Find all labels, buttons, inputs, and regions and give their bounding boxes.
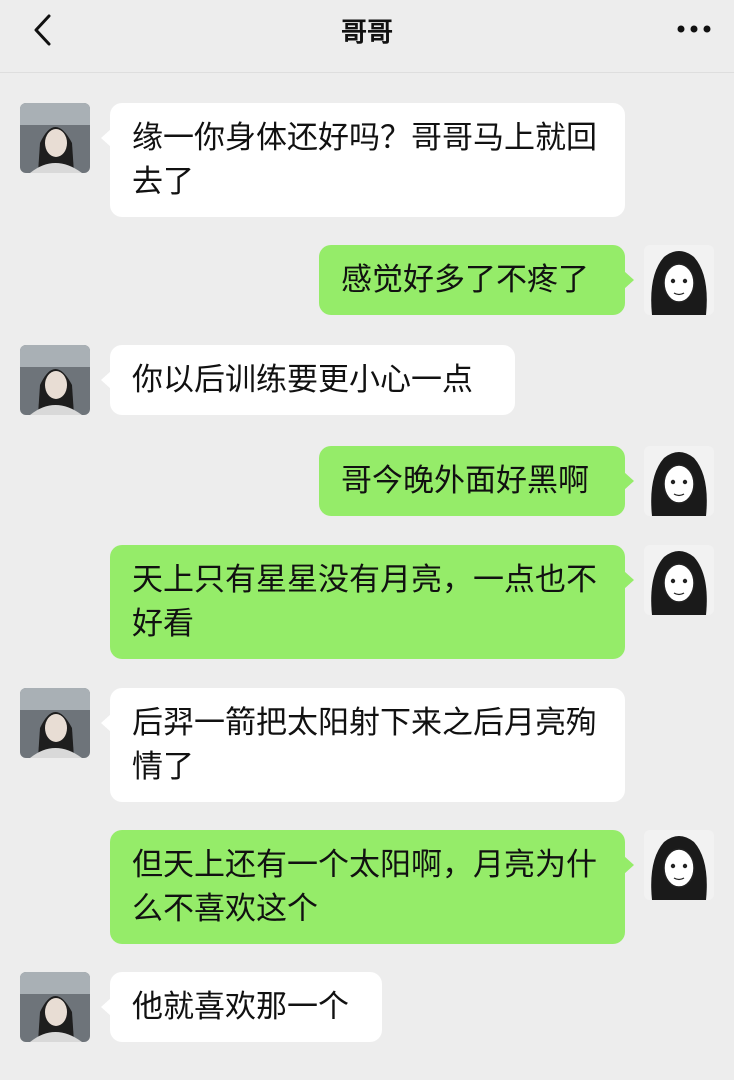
more-horizontal-icon [677,25,711,33]
message-bubble-incoming: 你以后训练要更小心一点 [101,345,515,415]
brother-avatar[interactable] [20,345,90,415]
more-button[interactable] [674,14,714,44]
my-avatar[interactable] [644,545,714,615]
my-avatar[interactable] [644,830,714,900]
message-bubble-outgoing: 天上只有星星没有月亮，一点也不好看 [110,545,634,659]
brother-avatar[interactable] [20,688,90,758]
chat-header: 哥哥 [0,0,734,73]
message-bubble-outgoing: 感觉好多了不疼了 [319,245,634,315]
brother-avatar[interactable] [20,972,90,1042]
message-bubble-incoming: 缘一你身体还好吗？哥哥马上就回去了 [101,103,625,217]
message-bubble-incoming: 后羿一箭把太阳射下来之后月亮殉情了 [101,688,625,802]
message-bubble-outgoing: 哥今晚外面好黑啊 [319,446,634,516]
brother-avatar[interactable] [20,103,90,173]
message-bubble-outgoing: 但天上还有一个太阳啊，月亮为什么不喜欢这个 [110,830,634,944]
my-avatar[interactable] [644,245,714,315]
message-bubble-incoming: 他就喜欢那一个 [101,972,382,1042]
my-avatar[interactable] [644,446,714,516]
chat-title: 哥哥 [340,18,393,48]
